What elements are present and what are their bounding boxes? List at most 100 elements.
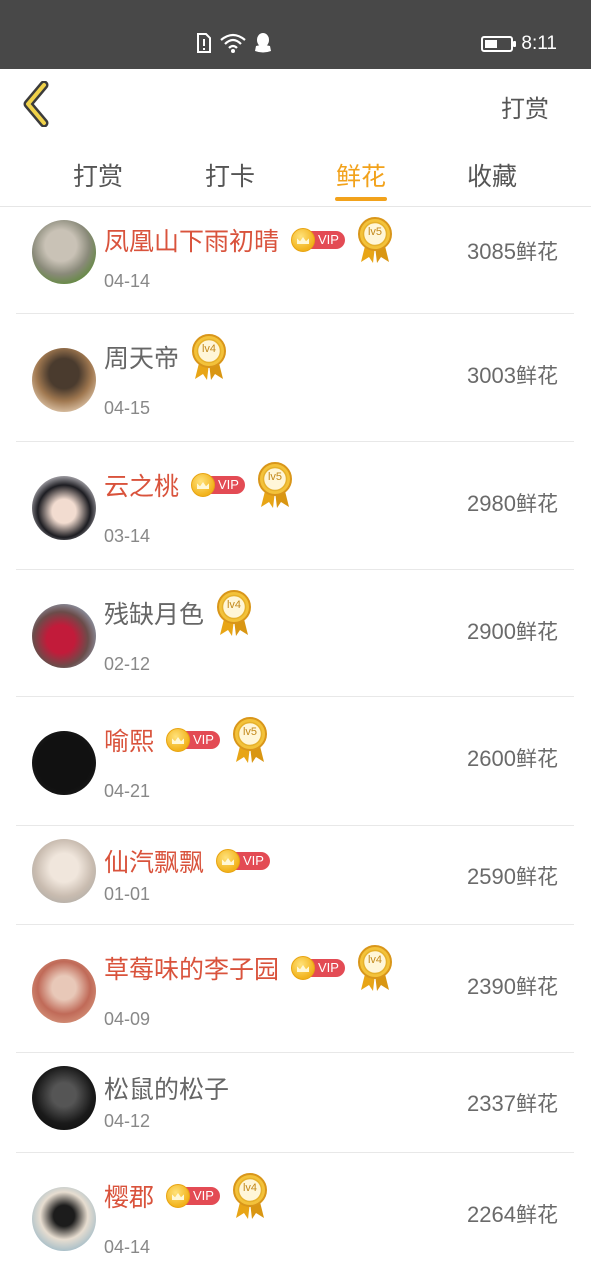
- amount-unit: 鲜花: [516, 620, 558, 644]
- avatar[interactable]: [32, 731, 96, 795]
- flower-amount: 2390鲜花: [467, 971, 558, 1001]
- avatar[interactable]: [32, 476, 96, 540]
- amount-unit: 鲜花: [516, 1092, 558, 1116]
- amount-unit: 鲜花: [516, 1203, 558, 1227]
- amount-value: 2390: [467, 974, 516, 999]
- level-label: lv5: [242, 726, 258, 738]
- chevron-left-icon: [23, 80, 49, 128]
- active-tab-indicator: [335, 197, 387, 201]
- name-line: 松鼠的松子: [104, 1063, 229, 1113]
- avatar[interactable]: [32, 604, 96, 668]
- level-medal-icon: lv5: [232, 716, 268, 764]
- user-name[interactable]: 松鼠的松子: [104, 1070, 229, 1106]
- flower-amount: 2590鲜花: [467, 861, 558, 891]
- battery-level: [485, 40, 498, 48]
- user-name[interactable]: 仙汽飘飘: [104, 843, 204, 879]
- crown-icon: [166, 728, 191, 752]
- nav-bar: 打赏: [0, 69, 591, 141]
- amount-unit: 鲜花: [516, 865, 558, 889]
- vip-badge: VIP: [166, 1184, 220, 1208]
- status-icons: [196, 32, 272, 54]
- list-item[interactable]: 喻熙 VIP lv5 04-21 2600鲜花: [16, 697, 574, 826]
- list-item[interactable]: 草莓味的李子园 VIP lv4 04-09 2390鲜花: [16, 925, 574, 1053]
- user-name[interactable]: 周天帝: [104, 339, 179, 375]
- flower-amount: 2600鲜花: [467, 743, 558, 773]
- flower-amount: 2337鲜花: [467, 1088, 558, 1118]
- user-name[interactable]: 残缺月色: [104, 595, 204, 631]
- list-item[interactable]: 云之桃 VIP lv5 03-14 2980鲜花: [16, 442, 574, 570]
- name-line: 云之桃 VIP lv5: [104, 460, 293, 510]
- tab-flowers[interactable]: 鲜花: [301, 157, 421, 193]
- level-label: lv4: [226, 599, 242, 611]
- name-line: 喻熙 VIP lv5: [104, 715, 268, 765]
- amount-value: 2900: [467, 619, 516, 644]
- list-item[interactable]: 樱郡 VIP lv4 04-14 2264鲜花: [16, 1153, 574, 1280]
- reward-action-button[interactable]: 打赏: [501, 89, 549, 124]
- user-name[interactable]: 凤凰山下雨初晴: [104, 222, 279, 258]
- amount-unit: 鲜花: [516, 747, 558, 771]
- wifi-icon: [220, 33, 246, 53]
- tab-bar: 打赏 打卡 鲜花 收藏: [0, 141, 591, 207]
- amount-value: 2600: [467, 746, 516, 771]
- vip-badge: VIP: [291, 956, 345, 980]
- avatar[interactable]: [32, 1066, 96, 1130]
- list-item[interactable]: 松鼠的松子 04-12 2337鲜花: [16, 1053, 574, 1153]
- user-name[interactable]: 云之桃: [104, 467, 179, 503]
- crown-icon: [291, 228, 316, 252]
- tab-checkin[interactable]: 打卡: [170, 157, 290, 193]
- flower-amount: 3085鲜花: [467, 236, 558, 266]
- crown-icon: [216, 849, 241, 873]
- level-label: lv4: [201, 343, 217, 355]
- clock: 8:11: [521, 33, 557, 54]
- amount-value: 3003: [467, 363, 516, 388]
- vip-badge: VIP: [191, 473, 245, 497]
- vip-badge: VIP: [166, 728, 220, 752]
- user-name[interactable]: 喻熙: [104, 722, 154, 758]
- crown-icon: [191, 473, 216, 497]
- sim-alert-icon: [197, 33, 211, 53]
- name-line: 残缺月色 lv4: [104, 588, 252, 638]
- crown-icon: [166, 1184, 191, 1208]
- user-name[interactable]: 樱郡: [104, 1178, 154, 1214]
- back-button[interactable]: [20, 80, 60, 129]
- date: 04-14: [104, 271, 151, 291]
- vip-badge: VIP: [291, 228, 345, 252]
- name-line: 凤凰山下雨初晴 VIP lv5: [104, 215, 393, 265]
- list-item[interactable]: 仙汽飘飘 VIP 01-01 2590鲜花: [16, 826, 574, 925]
- amount-unit: 鲜花: [516, 240, 558, 264]
- battery-icon: [481, 36, 517, 52]
- user-name[interactable]: 草莓味的李子园: [104, 950, 279, 986]
- amount-value: 2980: [467, 491, 516, 516]
- level-label: lv5: [367, 226, 383, 238]
- tab-reward[interactable]: 打赏: [38, 157, 158, 193]
- avatar[interactable]: [32, 348, 96, 412]
- tab-favorites[interactable]: 收藏: [432, 157, 552, 193]
- avatar[interactable]: [32, 220, 96, 284]
- date: 04-12: [104, 1111, 151, 1131]
- flower-amount: 2980鲜花: [467, 488, 558, 518]
- list-item[interactable]: 凤凰山下雨初晴 VIP lv5 04-14 3085鲜花: [16, 207, 574, 314]
- amount-value: 2337: [467, 1091, 516, 1116]
- level-medal-icon: lv4: [216, 589, 252, 637]
- list-item[interactable]: 周天帝 lv4 04-15 3003鲜花: [16, 314, 574, 442]
- amount-unit: 鲜花: [516, 364, 558, 388]
- amount-unit: 鲜花: [516, 975, 558, 999]
- level-medal-icon: lv4: [191, 333, 227, 381]
- avatar[interactable]: [32, 1187, 96, 1251]
- flower-amount: 2900鲜花: [467, 616, 558, 646]
- level-medal-icon: lv5: [257, 461, 293, 509]
- avatar[interactable]: [32, 959, 96, 1023]
- flower-amount: 2264鲜花: [467, 1199, 558, 1229]
- level-label: lv5: [267, 471, 283, 483]
- list-item[interactable]: 残缺月色 lv4 02-12 2900鲜花: [16, 570, 574, 697]
- avatar[interactable]: [32, 839, 96, 903]
- crown-icon: [291, 956, 316, 980]
- date: 01-01: [104, 884, 151, 904]
- amount-value: 2264: [467, 1202, 516, 1227]
- level-label: lv4: [242, 1182, 258, 1194]
- date: 03-14: [104, 526, 151, 546]
- name-line: 草莓味的李子园 VIP lv4: [104, 943, 393, 993]
- status-right: 8:11: [481, 32, 557, 56]
- date: 02-12: [104, 654, 151, 674]
- date: 04-14: [104, 1237, 151, 1257]
